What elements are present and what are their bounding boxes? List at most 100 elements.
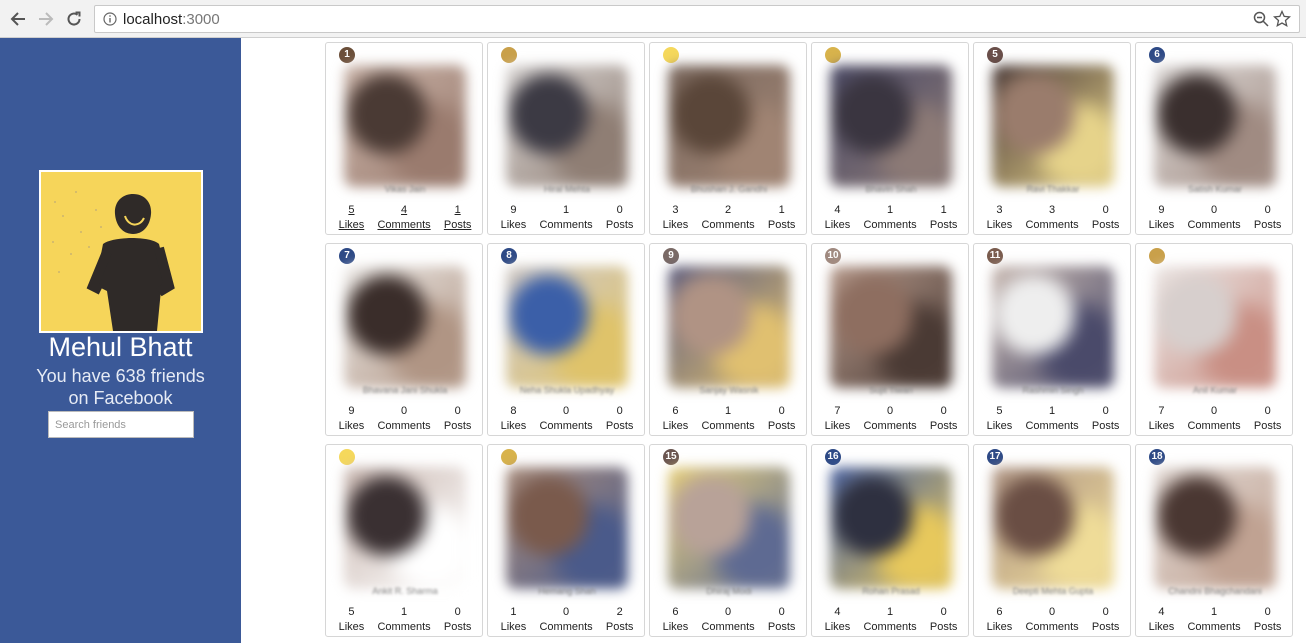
posts-count: 1 [454,204,461,216]
posts-count: 0 [1264,204,1271,216]
back-button[interactable] [6,7,30,31]
friend-photo[interactable] [830,266,952,388]
comments-label: Comments [863,621,917,633]
friend-name: Bhavana Jani Shukla [362,385,448,395]
comments-label: Comments [1025,621,1079,633]
likes-count: 3 [672,204,679,216]
likes-stat[interactable]: 5 Likes [339,203,365,233]
friend-photo[interactable] [830,65,952,187]
rank-badge [339,449,355,465]
reload-icon [67,11,81,26]
friend-card[interactable]: 6 Satish Kumar 9 Likes 0 Comments 0 Posts [1135,42,1293,235]
friend-card[interactable]: Hiral Mehta 9 Likes 1 Comments 0 Posts [487,42,645,235]
friend-photo[interactable] [992,266,1114,388]
reload-button[interactable] [62,7,86,31]
friend-photo[interactable] [1154,467,1276,589]
likes-stat: 7 Likes [825,404,851,434]
posts-stat[interactable]: 1 Posts [444,203,472,233]
friend-card[interactable]: 11 Rashmin Singh 5 Likes 1 Comments 0 Posts [973,243,1131,436]
friend-photo[interactable] [344,65,466,187]
friend-card[interactable]: Ankit R. Sharma 5 Likes 1 Comments 0 Posts [325,444,483,637]
friend-stats: 9 Likes 0 Comments 0 Posts [326,404,484,434]
friend-card[interactable]: Bhavin Shah 4 Likes 1 Comments 1 Posts [811,42,969,235]
likes-label: Likes [1148,420,1175,432]
posts-label: Posts [605,219,634,231]
friend-card[interactable]: 9 Sanjay Wasnik 6 Likes 1 Comments 0 Posts [649,243,807,436]
forward-button[interactable] [34,7,58,31]
friend-photo[interactable] [668,266,790,388]
likes-count: 8 [510,405,517,417]
friend-photo[interactable] [668,467,790,589]
likes-stat: 1 Likes [501,605,527,635]
friend-name: Dhiraj Modi [706,586,752,596]
info-icon[interactable] [103,12,117,26]
comments-count: 2 [725,204,732,216]
likes-label: Likes [986,621,1013,633]
friend-photo[interactable] [1154,65,1276,187]
friend-card[interactable]: 16 Rohan Prasad 4 Likes 1 Comments 0 Posts [811,444,969,637]
likes-stat: 8 Likes [501,404,527,434]
friend-card[interactable]: Hemang Shah 1 Likes 0 Comments 2 Posts [487,444,645,637]
friend-photo[interactable] [1154,266,1276,388]
friend-card[interactable]: 1 Vikas Jain 5 Likes 4 Comments 1 Posts [325,42,483,235]
friend-photo[interactable] [992,65,1114,187]
bookmark-star-icon[interactable] [1273,10,1291,28]
posts-stat: 0 Posts [1254,404,1282,434]
posts-label: Posts [605,420,634,432]
posts-stat: 0 Posts [1092,203,1120,233]
friends-platform-line: on Facebook [68,388,173,408]
friend-card[interactable]: Anil Kumar 7 Likes 0 Comments 0 Posts [1135,243,1293,436]
posts-stat: 0 Posts [1092,605,1120,635]
friend-photo[interactable] [830,467,952,589]
friend-card[interactable]: 18 Chandni Bhagchandani 4 Likes 1 Comments 0 Po… [1135,444,1293,637]
friend-name: Hemang Shah [538,586,596,596]
friend-photo[interactable] [506,467,628,589]
friend-card[interactable]: 17 Deepti Mehta Gupta 6 Likes 0 Comments 0 Post… [973,444,1131,637]
posts-count: 0 [778,606,785,618]
posts-stat: 0 Posts [768,605,796,635]
address-bar[interactable]: localhost:3000 [94,5,1300,33]
likes-stat: 6 Likes [663,605,689,635]
comments-stat: 1 Comments [539,203,592,233]
friend-photo[interactable] [344,266,466,388]
friend-name: Sujit Tiwari [869,385,913,395]
friend-card[interactable]: Bhushan J. Gandhi 3 Likes 2 Comments 1 Posts [649,42,807,235]
friend-card[interactable]: 8 Neha Shukla Upadhyay 8 Likes 0 Comments 0 Pos… [487,243,645,436]
posts-label: Posts [443,420,472,432]
likes-stat: 4 Likes [1149,605,1175,635]
friend-photo[interactable] [668,65,790,187]
friend-photo[interactable] [506,266,628,388]
posts-label: Posts [443,621,472,633]
likes-stat: 6 Likes [987,605,1013,635]
friend-name: Bhavin Shah [865,184,917,194]
posts-label: Posts [929,621,958,633]
friend-name: Bhushan J. Gandhi [690,184,768,194]
friend-photo[interactable] [992,467,1114,589]
friend-stats: 7 Likes 0 Comments 0 Posts [1136,404,1294,434]
comments-count: 0 [401,405,408,417]
comments-label: Comments [377,621,431,633]
zoom-out-icon[interactable] [1253,11,1269,27]
friend-photo[interactable] [506,65,628,187]
posts-label: Posts [1253,219,1282,231]
friend-card[interactable]: 7 Bhavana Jani Shukla 9 Likes 0 Comments 0 Post… [325,243,483,436]
friend-name: Anil Kumar [1192,385,1237,395]
friend-card[interactable]: 10 Sujit Tiwari 7 Likes 0 Comments 0 Posts [811,243,969,436]
posts-stat: 0 Posts [606,404,634,434]
likes-count: 6 [672,405,679,417]
comments-label: Comments [701,621,755,633]
comments-count: 1 [1211,606,1218,618]
likes-label: Likes [1148,621,1175,633]
comments-label: Comments [1187,420,1241,432]
friend-card[interactable]: 15 Dhiraj Modi 6 Likes 0 Comments 0 Posts [649,444,807,637]
friend-stats: 6 Likes 0 Comments 0 Posts [974,605,1132,635]
friend-photo[interactable] [344,467,466,589]
comments-stat: 1 Comments [863,203,916,233]
posts-stat: 0 Posts [1254,203,1282,233]
likes-label: Likes [500,219,527,231]
search-friends-input[interactable] [48,411,194,438]
comments-stat[interactable]: 4 Comments [377,203,430,233]
posts-count: 0 [1264,405,1271,417]
friend-card[interactable]: 5 Ravi Thakkar 3 Likes 3 Comments 0 Posts [973,42,1131,235]
likes-count: 4 [834,606,841,618]
